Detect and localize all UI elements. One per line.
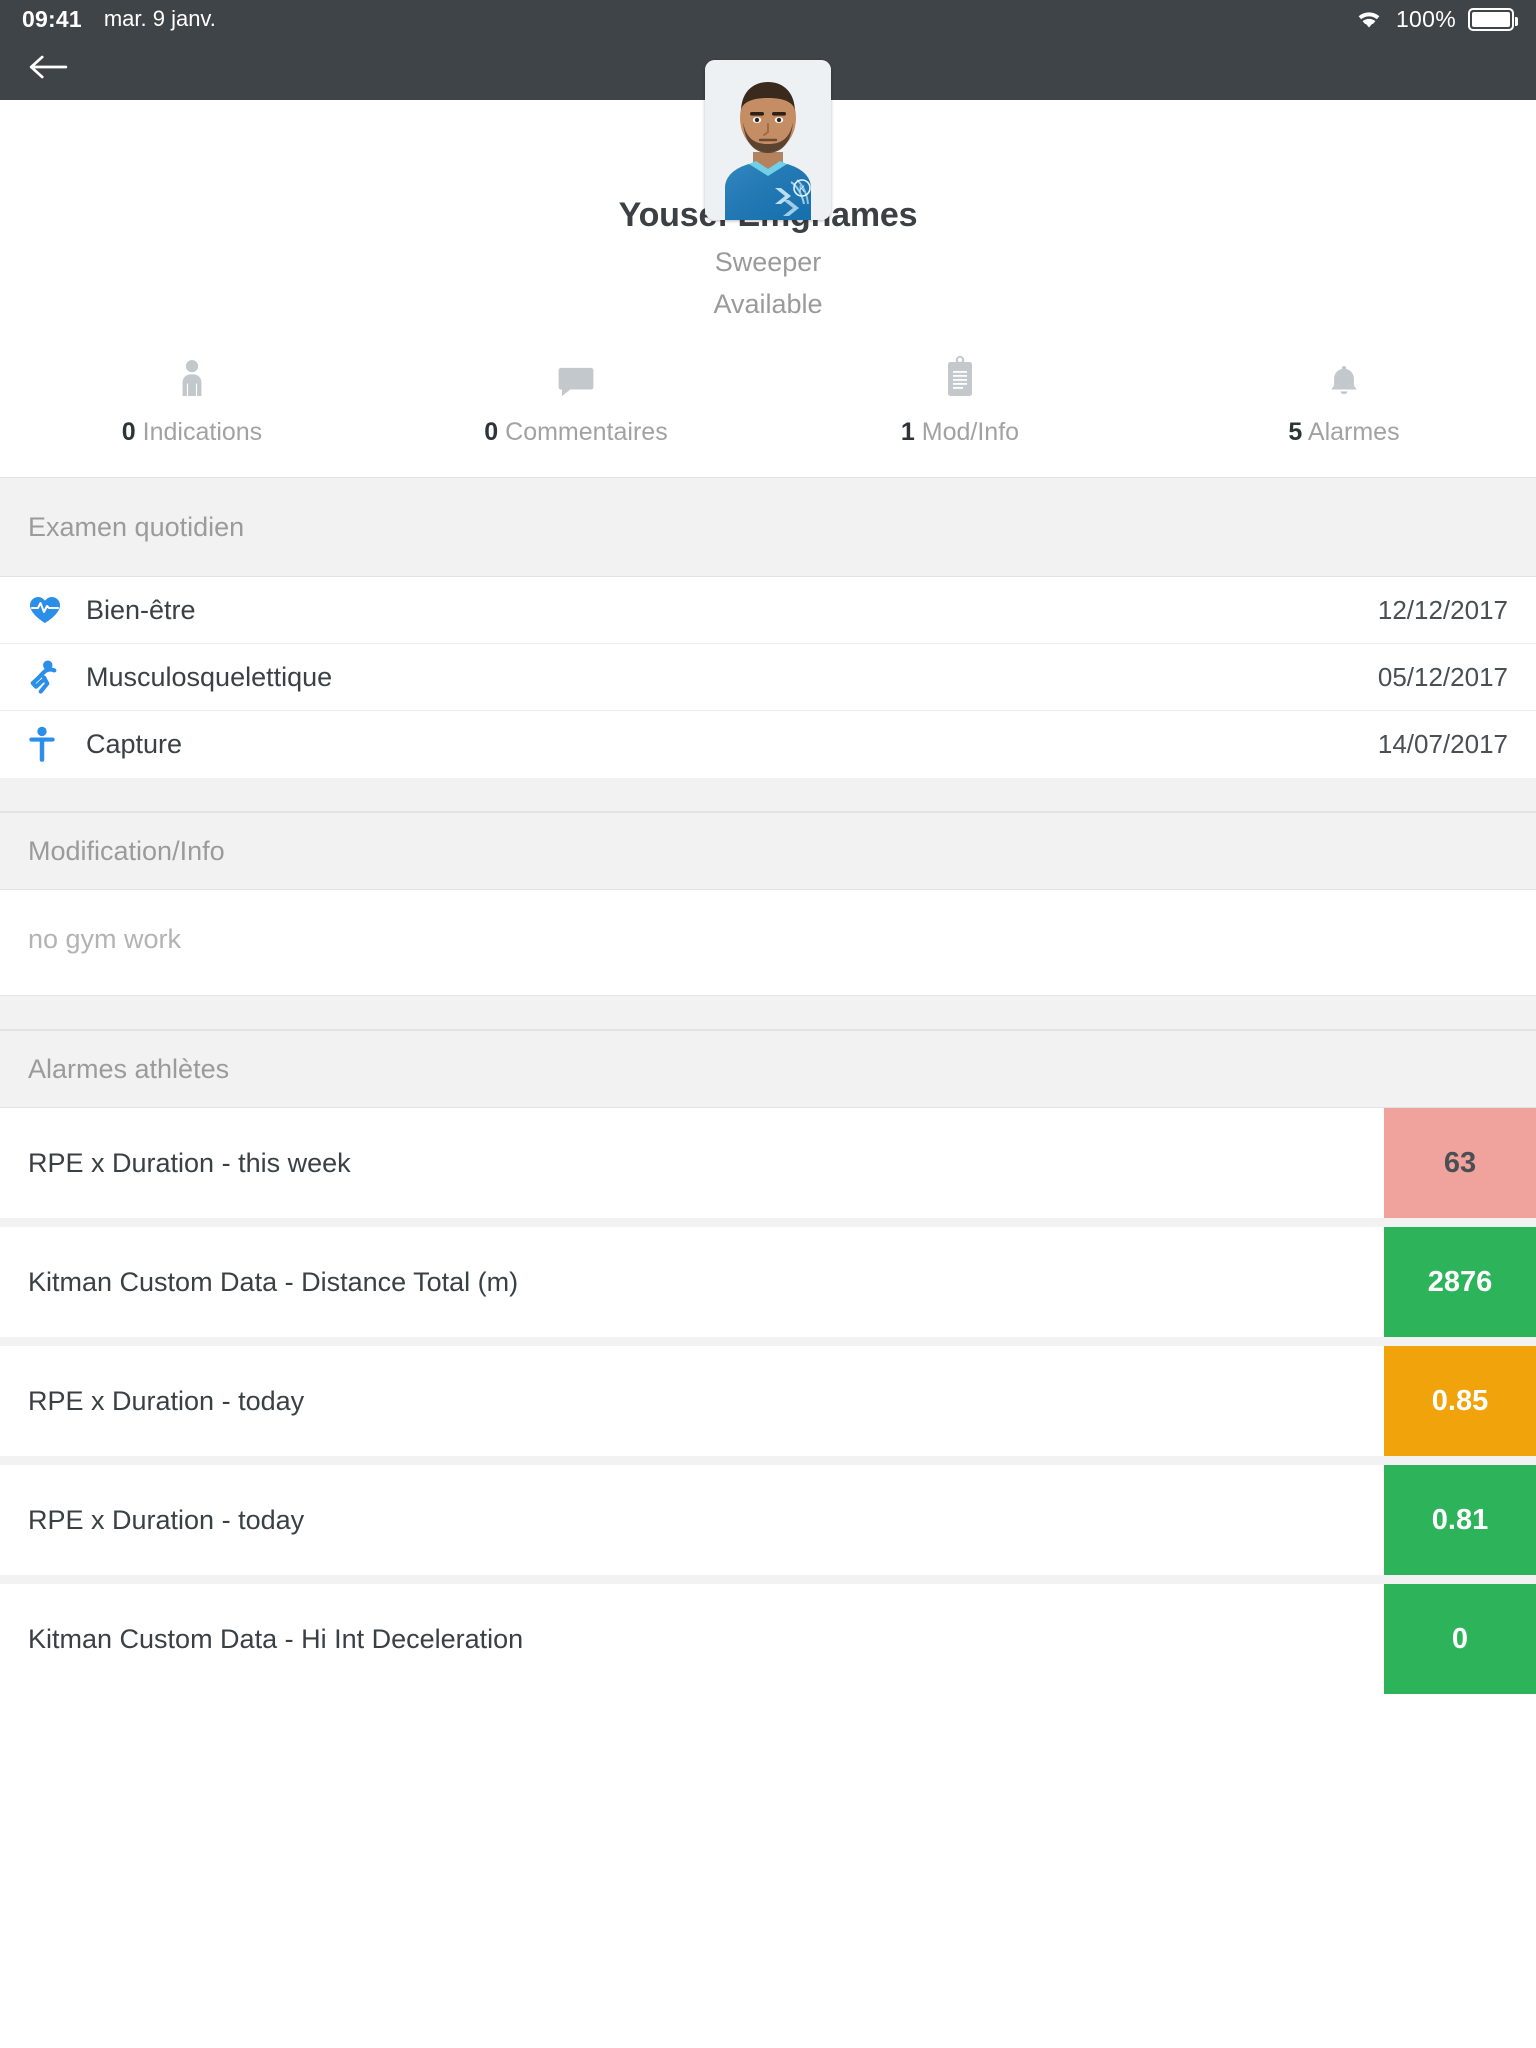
person-icon (175, 354, 209, 398)
wifi-icon (1354, 8, 1384, 30)
alarm-value-badge: 0.81 (1384, 1465, 1536, 1575)
alarm-value-badge: 2876 (1384, 1227, 1536, 1337)
alarm-row[interactable]: Kitman Custom Data - Distance Total (m) … (0, 1227, 1536, 1337)
section-title-modification: Modification/Info (28, 835, 225, 866)
battery-full-icon (1468, 7, 1518, 31)
stat-commentaires-text: Commentaires (505, 418, 668, 446)
examen-row-bienetre[interactable]: Bien-être 12/12/2017 (0, 577, 1536, 644)
bell-icon (1328, 354, 1360, 398)
stat-commentaires[interactable]: 0 Commentaires (384, 354, 768, 447)
stat-commentaires-count: 0 (484, 418, 499, 446)
examen-label-capture: Capture (86, 729, 183, 759)
profile-stats: 0 Indications 0 Commentaires 1 Mod/Info … (0, 320, 1536, 477)
alarm-row[interactable]: RPE x Duration - today 0.81 (0, 1465, 1536, 1575)
section-spacer-alarms (0, 996, 1536, 1030)
profile-header: K Yousef Emghames Sweeper Available (0, 60, 1536, 477)
stat-modinfo-count: 1 (900, 418, 915, 446)
examen-date-capture: 14/07/2017 (1377, 729, 1508, 759)
status-bar-date: mar. 9 janv. (103, 6, 216, 31)
stat-modinfo-label: 1 Mod/Info (901, 418, 1019, 447)
examen-date-musculosquelettique: 05/12/2017 (1377, 661, 1508, 692)
stat-alarmes-count: 5 (1288, 418, 1303, 446)
alarms-list: RPE x Duration - this week 63 Kitman Cus… (0, 1108, 1536, 1694)
alarm-value-badge: 0 (1384, 1584, 1536, 1694)
back-button[interactable] (22, 49, 74, 89)
examen-list: Bien-être 12/12/2017 Musculosquelettique… (0, 577, 1536, 778)
alarm-row[interactable]: RPE x Duration - today 0.85 (0, 1346, 1536, 1456)
status-bar-time: 09:41 (22, 5, 82, 32)
alarm-row[interactable]: Kitman Custom Data - Hi Int Deceleration… (0, 1584, 1536, 1694)
stat-modinfo[interactable]: 1 Mod/Info (768, 354, 1152, 447)
heart-pulse-icon (28, 595, 86, 625)
stat-modinfo-text: Mod/Info (921, 418, 1020, 446)
comment-bubble-icon (557, 354, 595, 398)
status-bar: 09:41 mar. 9 janv. 100% (0, 0, 1536, 38)
stat-alarmes-text: Alarmes (1307, 418, 1400, 446)
clipboard-icon (945, 354, 975, 398)
section-header-modification: Modification/Info (0, 812, 1536, 890)
running-person-icon (28, 659, 86, 695)
status-bar-right: 100% (1354, 5, 1518, 33)
section-header-examen: Examen quotidien (0, 477, 1536, 577)
stat-alarmes[interactable]: 5 Alarmes (1152, 354, 1536, 447)
section-spacer-modification (0, 778, 1536, 812)
stat-indications-text: Indications (142, 418, 263, 446)
stat-indications[interactable]: 0 Indications (0, 354, 384, 447)
stat-alarmes-label: 5 Alarmes (1288, 418, 1399, 447)
alarm-value-badge: 0.85 (1384, 1346, 1536, 1456)
battery-percent-label: 100% (1395, 5, 1456, 32)
alarm-row[interactable]: RPE x Duration - this week 63 (0, 1108, 1536, 1218)
section-header-alarms: Alarmes athlètes (0, 1030, 1536, 1108)
alarm-label: RPE x Duration - this week (28, 1147, 351, 1178)
alarm-label: Kitman Custom Data - Distance Total (m) (28, 1266, 519, 1297)
stat-commentaires-label: 0 Commentaires (484, 418, 667, 447)
alarm-label: RPE x Duration - today (28, 1504, 305, 1535)
svg-text:K: K (799, 184, 805, 194)
section-title-alarms: Alarmes athlètes (28, 1053, 230, 1084)
stat-indications-label: 0 Indications (122, 418, 262, 447)
app-screen: 09:41 mar. 9 janv. 100% K Yousef Sweeper… (0, 0, 1536, 2048)
alarm-value-badge: 63 (1384, 1108, 1536, 1218)
examen-row-capture[interactable]: Capture 14/07/2017 (0, 711, 1536, 778)
examen-date-bienetre: 12/12/2017 (1377, 594, 1508, 625)
stat-indications-count: 0 (121, 418, 136, 446)
athlete-photo[interactable]: K (705, 60, 831, 220)
examen-row-musculosquelettique[interactable]: Musculosquelettique 05/12/2017 (0, 644, 1536, 711)
athlete-role: Sweeper (714, 247, 822, 277)
standing-person-icon (28, 726, 86, 764)
section-title-examen: Examen quotidien (28, 511, 245, 542)
back-arrow-icon (27, 52, 69, 87)
athlete-status: Available (713, 289, 823, 319)
alarm-label: RPE x Duration - today (28, 1385, 305, 1416)
examen-label-musculosquelettique: Musculosquelettique (86, 661, 333, 692)
modification-note-area[interactable]: no gym work (0, 890, 1536, 996)
alarm-label: Kitman Custom Data - Hi Int Deceleration (28, 1623, 524, 1654)
examen-label-bienetre: Bien-être (86, 594, 196, 625)
modification-note: no gym work (28, 924, 182, 954)
